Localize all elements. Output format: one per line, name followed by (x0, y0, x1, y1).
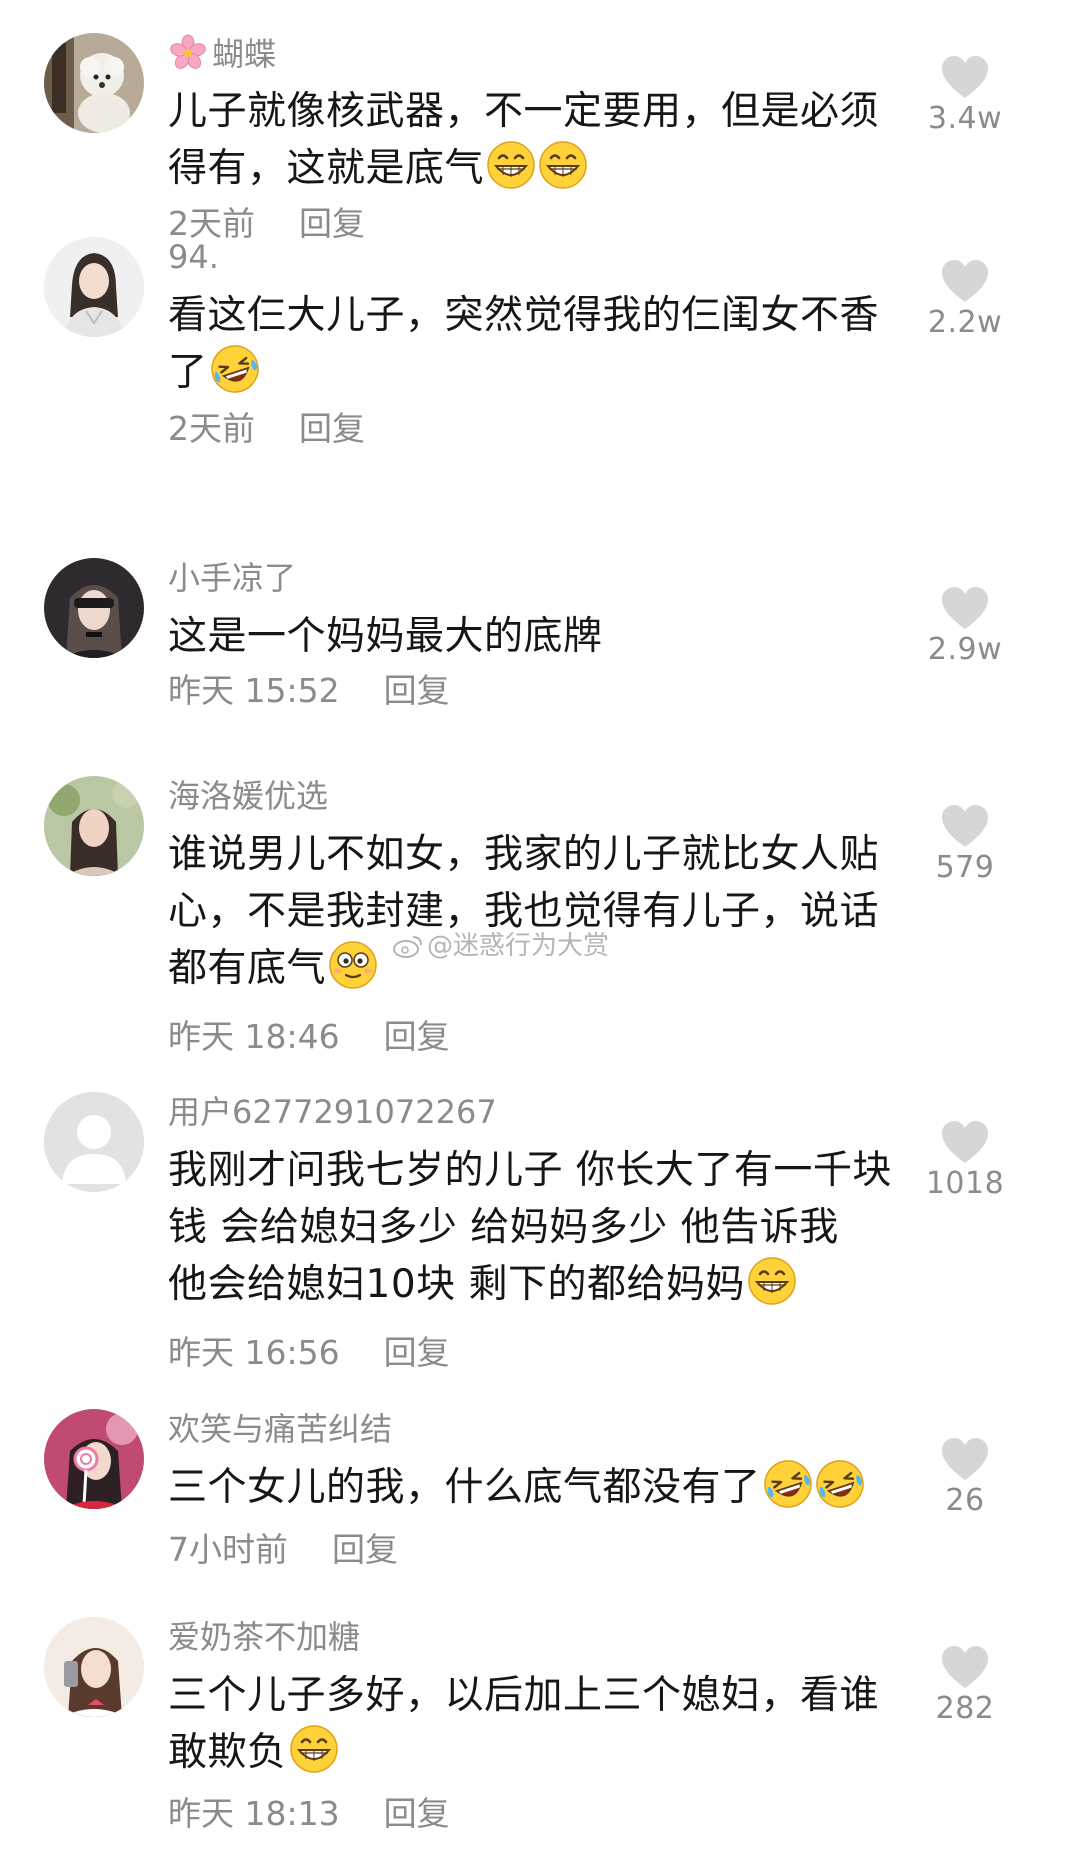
avatar[interactable] (44, 558, 144, 658)
grinning-face-emoji (289, 1724, 339, 1774)
username[interactable]: 用户6277291072267 (168, 1092, 497, 1132)
comment-text: 三个女儿的我，什么底气都没有了 (168, 1459, 948, 1516)
username[interactable]: 海洛媛优选 (168, 776, 328, 816)
heart-icon[interactable] (941, 804, 989, 848)
comment-line-wrap: 得有，这就是底气 (168, 140, 948, 197)
heart-icon[interactable] (941, 1645, 989, 1689)
timestamp: 2天前 (168, 409, 255, 448)
avatar[interactable] (44, 1617, 144, 1717)
timestamp: 7小时前 (168, 1530, 288, 1569)
weibo-logo-icon (393, 936, 422, 958)
timestamp: 昨天 15:52 (168, 671, 340, 710)
username[interactable]: 蝴蝶 (168, 33, 276, 74)
watermark: @迷惑行为大赏 (393, 925, 609, 962)
comment-meta: 昨天 18:46 回复 (168, 1016, 450, 1058)
like-count: 26 (945, 1483, 985, 1518)
comment-text: 儿子就像核武器，不一定要用，但是必须 得有，这就是底气 (168, 83, 948, 197)
like-button[interactable]: 282 (910, 1645, 1020, 1727)
heart-icon[interactable] (941, 586, 989, 630)
avatar[interactable] (44, 237, 144, 337)
grinning-face-emoji (486, 140, 536, 190)
username[interactable]: 爱奶茶不加糖 (168, 1617, 360, 1657)
comment-line: 我刚才问我七岁的儿子 你长大了有一千块 (168, 1148, 892, 1193)
grinning-face-emoji (747, 1256, 797, 1306)
comment-text: 我刚才问我七岁的儿子 你长大了有一千块 钱 会给媳妇多少 给妈妈多少 他告诉我 … (168, 1142, 948, 1313)
tears-of-joy-emoji (210, 344, 260, 394)
comment-line: 这是一个妈妈最大的底牌 (168, 614, 603, 659)
username[interactable]: 欢笑与痛苦纠结 (168, 1409, 392, 1449)
comment-text: 看这仨大儿子，突然觉得我的仨闺女不香 了 (168, 287, 948, 401)
heart-icon[interactable] (941, 1120, 989, 1164)
like-button[interactable]: 26 (910, 1437, 1020, 1519)
like-button[interactable]: 1018 (910, 1120, 1020, 1202)
comment-line: 了 (168, 350, 208, 395)
comment-line: 得有，这就是底气 (168, 146, 485, 191)
comment-line: 谁说男儿不如女，我家的儿子就比女人贴 (168, 832, 880, 877)
reply-button[interactable]: 回复 (384, 671, 450, 710)
comment-line-wrap: 了 (168, 344, 948, 401)
reply-button[interactable]: 回复 (384, 1333, 450, 1372)
heart-icon[interactable] (941, 259, 989, 303)
username[interactable]: 94. (168, 237, 219, 277)
comment-meta: 昨天 18:13 回复 (168, 1793, 450, 1835)
comment-line: 三个儿子多好，以后加上三个媳妇，看谁 (168, 1673, 880, 1718)
comment-line: 儿子就像核武器，不一定要用，但是必须 (168, 89, 880, 134)
like-button[interactable]: 579 (910, 804, 1020, 886)
comment-line: 他会给媳妇10块 剩下的都给妈妈 (168, 1262, 746, 1307)
timestamp: 昨天 18:46 (168, 1017, 340, 1056)
comment-text: 这是一个妈妈最大的底牌 (168, 608, 948, 665)
timestamp: 昨天 18:13 (168, 1794, 340, 1833)
reply-button[interactable]: 回复 (384, 1794, 450, 1833)
like-count: 2.9w (927, 632, 1003, 667)
dizzy-eyes-emoji (328, 940, 378, 990)
like-count: 3.4w (927, 101, 1003, 136)
heart-icon[interactable] (941, 55, 989, 99)
comment-line: 看这仨大儿子，突然觉得我的仨闺女不香 (168, 293, 880, 338)
comment-meta: 2天前 回复 (168, 408, 365, 450)
reply-button[interactable]: 回复 (384, 1017, 450, 1056)
like-button[interactable]: 3.4w (910, 55, 1020, 137)
like-count: 282 (935, 1691, 995, 1726)
comment-line-wrap: 三个女儿的我，什么底气都没有了 (168, 1459, 948, 1516)
reply-button[interactable]: 回复 (332, 1530, 398, 1569)
like-button[interactable]: 2.9w (910, 586, 1020, 668)
reply-button[interactable]: 回复 (299, 204, 365, 243)
watermark-text: @迷惑行为大赏 (427, 931, 610, 961)
comment-meta: 昨天 15:52 回复 (168, 670, 450, 712)
comment-text: 谁说男儿不如女，我家的儿子就比女人贴 心，不是我封建，我也觉得有儿子，说话 都有… (168, 826, 948, 997)
like-count: 1018 (925, 1166, 1005, 1201)
heart-icon[interactable] (941, 1437, 989, 1481)
comment-text: 三个儿子多好，以后加上三个媳妇，看谁 敢欺负 (168, 1667, 948, 1781)
comment-line-wrap: 他会给媳妇10块 剩下的都给妈妈 (168, 1256, 948, 1313)
avatar[interactable] (44, 776, 144, 876)
avatar[interactable] (44, 1409, 144, 1509)
comment-line: 钱 会给媳妇多少 给妈妈多少 他告诉我 (168, 1205, 839, 1250)
username[interactable]: 小手凉了 (168, 558, 296, 598)
timestamp: 昨天 16:56 (168, 1333, 340, 1372)
comment-line-wrap: 敢欺负 (168, 1724, 948, 1781)
like-count: 579 (935, 850, 995, 885)
avatar[interactable] (44, 33, 144, 133)
like-count: 2.2w (927, 305, 1003, 340)
username-text: 蝴蝶 (212, 35, 277, 73)
grinning-face-emoji (538, 140, 588, 190)
comment-meta: 昨天 16:56 回复 (168, 1332, 450, 1374)
comment-line: 敢欺负 (168, 1730, 287, 1775)
comment-line: 都有底气 (168, 946, 327, 991)
like-button[interactable]: 2.2w (910, 259, 1020, 341)
tears-of-joy-emoji (815, 1459, 865, 1509)
comment-meta: 7小时前 回复 (168, 1529, 398, 1571)
cherry-blossom-icon (168, 33, 208, 73)
reply-button[interactable]: 回复 (299, 409, 365, 448)
avatar[interactable] (44, 1092, 144, 1192)
tears-of-joy-emoji (763, 1459, 813, 1509)
comment-line: 三个女儿的我，什么底气都没有了 (168, 1465, 761, 1510)
